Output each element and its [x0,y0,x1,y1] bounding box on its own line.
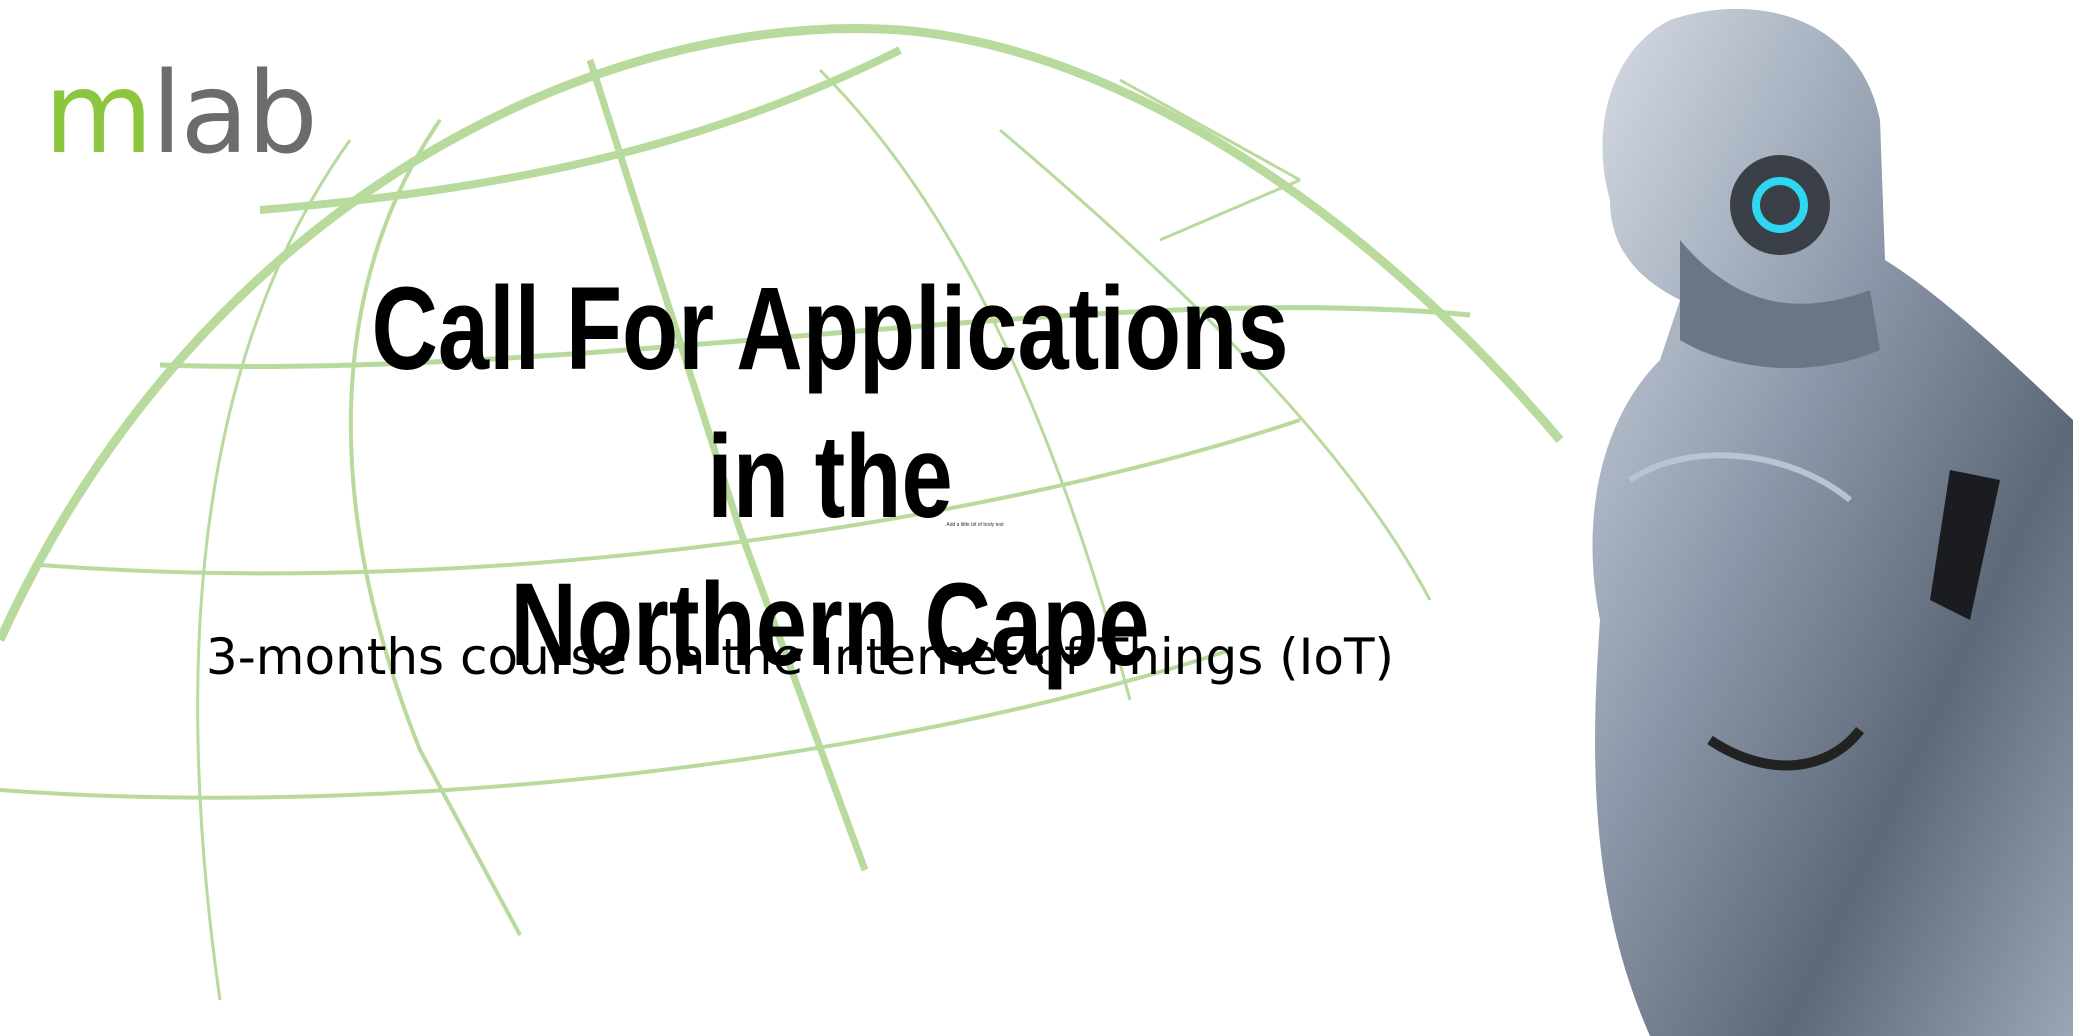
title-line-1: Call For Applications in the [371,263,1289,543]
subtitle: 3-months course on the Internet of Thing… [205,628,1395,686]
body-text-placeholder: Add a little bit of body text [946,522,1004,528]
logo-lab: lab [151,49,318,179]
mlab-logo: mlab [44,58,318,170]
logo-m: m [44,49,153,179]
robot-illustration [1592,8,2073,1036]
